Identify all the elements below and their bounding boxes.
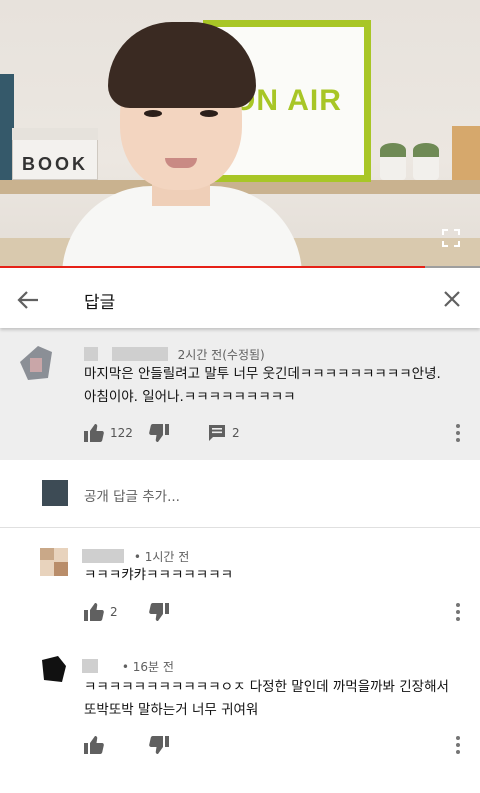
author-name-redacted[interactable] [84, 347, 98, 361]
presenter [62, 18, 302, 268]
avatar[interactable] [40, 656, 68, 684]
thumb-up-icon [84, 603, 104, 621]
plant-pot [380, 155, 406, 180]
avatar [42, 480, 68, 506]
presenter-eye [200, 110, 218, 117]
thumb-up-icon [84, 424, 104, 442]
like-button[interactable]: 2 [84, 603, 118, 621]
video-player[interactable]: BOOK ON AIR [0, 0, 480, 268]
divider [0, 527, 480, 528]
fullscreen-icon[interactable] [442, 229, 460, 247]
comment-icon [209, 425, 225, 441]
author-name-redacted[interactable] [82, 659, 98, 673]
add-reply-input[interactable]: 공개 답글 추가... [84, 485, 180, 505]
replies-header: 답글 [0, 270, 480, 328]
avatar[interactable] [40, 548, 68, 576]
like-count: 122 [110, 426, 133, 440]
presenter-hair [108, 22, 256, 108]
comment-text: 마지막은 안들릴려고 말투 너무 웃긴데ㅋㅋㅋㅋㅋㅋㅋㅋㅋ안녕. 아침이야. 일… [84, 363, 441, 409]
progress-bar-fill [0, 266, 425, 268]
comment-text-line: 또박또박 말하는거 너무 귀여워 [84, 702, 259, 718]
plant-pot [413, 155, 439, 180]
comment-time: • 1시간 전 [133, 550, 190, 564]
comment-text-line: 아침이야. 일어나.ㅋㅋㅋㅋㅋㅋㅋㅋㅋ [84, 389, 296, 405]
like-button[interactable] [84, 736, 104, 754]
thumb-up-icon [84, 736, 104, 754]
plant-leaves [413, 143, 439, 157]
plant-leaves [380, 143, 406, 157]
like-button[interactable]: 122 [84, 424, 133, 442]
shelf-box [452, 126, 480, 180]
more-vert-icon[interactable] [455, 424, 461, 442]
presenter-eye [144, 110, 162, 117]
comment-text-line: ㅋㅋㅋㅋㅋㅋㅋㅋㅋㅋㅋㅇㅈ 다정한 말인데 까먹을까봐 긴장해서 [84, 679, 449, 695]
comment-meta: • 1시간 전 [82, 548, 189, 565]
progress-bar[interactable] [0, 266, 480, 268]
author-name-redacted[interactable] [82, 549, 124, 563]
thumb-down-icon[interactable] [149, 736, 169, 754]
comment-text-line: 마지막은 안들릴려고 말투 너무 웃긴데ㅋㅋㅋㅋㅋㅋㅋㅋㅋ안녕. [84, 366, 441, 382]
presenter-mouth [165, 158, 197, 168]
comment-time: 2시간 전(수정됨) [177, 348, 265, 362]
comment-text: ㅋㅋㅋ캬캬ㅋㅋㅋㅋㅋㅋㅋ [84, 564, 233, 587]
page-title: 답글 [84, 293, 116, 313]
comment-meta: • 16분 전 [82, 658, 174, 675]
thumb-down-icon[interactable] [149, 603, 169, 621]
back-arrow-icon[interactable] [14, 286, 42, 314]
more-vert-icon[interactable] [455, 603, 461, 621]
reply-count-button[interactable]: 2 [208, 424, 240, 441]
comment-time: • 16분 전 [121, 660, 174, 674]
reply-count: 2 [232, 425, 240, 440]
add-reply-row[interactable]: 공개 답글 추가... [0, 460, 480, 528]
like-count: 2 [110, 605, 118, 619]
parent-comment: 2시간 전(수정됨) 마지막은 안들릴려고 말투 너무 웃긴데ㅋㅋㅋㅋㅋㅋㅋㅋㅋ… [0, 328, 480, 460]
more-vert-icon[interactable] [455, 736, 461, 754]
avatar[interactable] [18, 344, 54, 382]
thumb-down-icon[interactable] [149, 424, 169, 442]
close-icon[interactable] [440, 287, 464, 311]
comment-text: ㅋㅋㅋㅋㅋㅋㅋㅋㅋㅋㅋㅇㅈ 다정한 말인데 까먹을까봐 긴장해서 또박또박 말하… [84, 676, 449, 722]
author-name-redacted[interactable] [111, 347, 168, 361]
comment-meta: 2시간 전(수정됨) [84, 346, 265, 363]
comment-text-line: ㅋㅋㅋ캬캬ㅋㅋㅋㅋㅋㅋㅋ [84, 567, 234, 583]
